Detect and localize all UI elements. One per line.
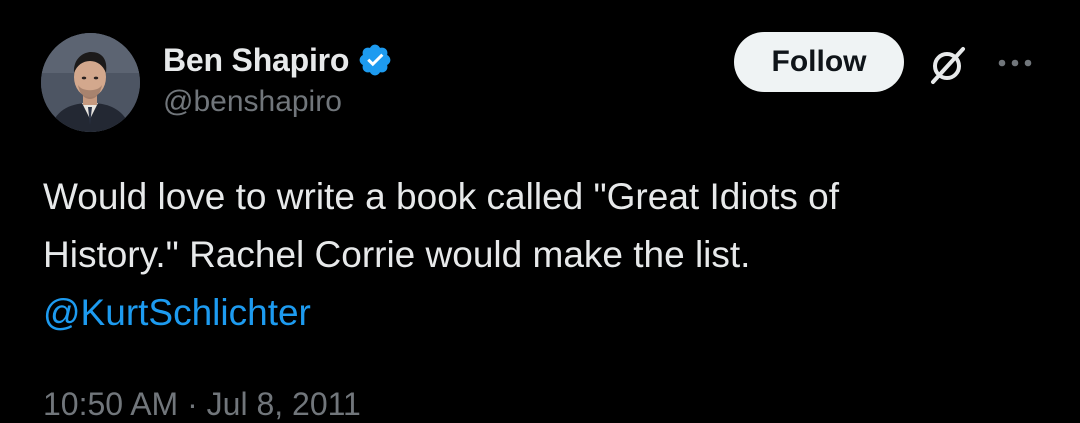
avatar-photo bbox=[41, 33, 140, 132]
tweet-text-line: History." Rachel Corrie would make the l… bbox=[43, 234, 751, 275]
tweet-card: Ben Shapiro @benshapiro Follow Would lov… bbox=[0, 0, 1080, 422]
tweet-text-line: Would love to write a book called "Great… bbox=[43, 176, 840, 217]
verified-badge-icon[interactable] bbox=[357, 42, 393, 78]
tweet-text: Would love to write a book called "Great… bbox=[43, 168, 1043, 342]
more-options-icon[interactable] bbox=[995, 52, 1035, 74]
avatar[interactable] bbox=[41, 33, 140, 132]
author-handle[interactable]: @benshapiro bbox=[163, 85, 342, 119]
tweet-timestamp[interactable]: 10:50 AM · Jul 8, 2011 bbox=[43, 386, 361, 423]
author-name-row: Ben Shapiro bbox=[163, 38, 393, 82]
grok-icon[interactable] bbox=[926, 44, 968, 86]
mention-link[interactable]: @KurtSchlichter bbox=[43, 284, 1043, 342]
author-display-name[interactable]: Ben Shapiro bbox=[163, 42, 349, 79]
follow-button[interactable]: Follow bbox=[734, 32, 904, 92]
